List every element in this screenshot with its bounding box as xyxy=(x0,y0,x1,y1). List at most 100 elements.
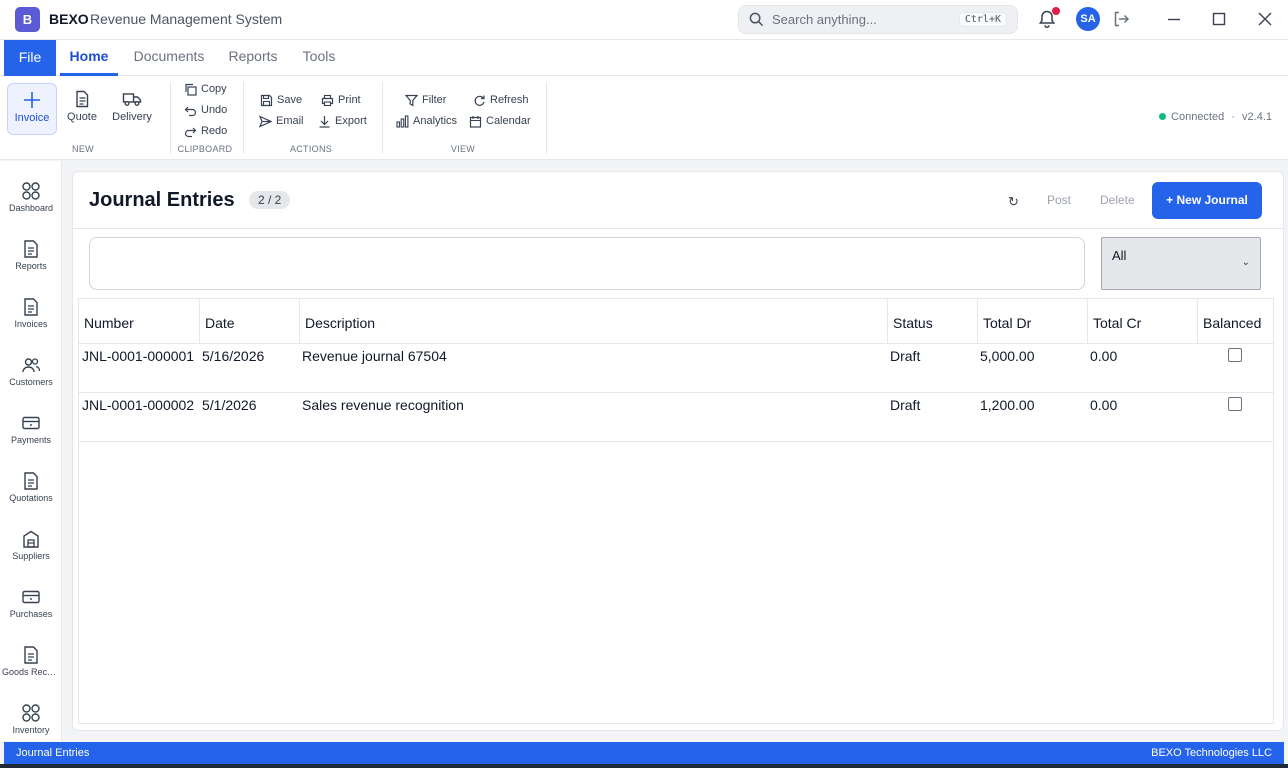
credit-card-icon xyxy=(22,590,40,604)
group-label-clipboard: CLIPBOARD xyxy=(177,144,233,154)
status-bar-right: BEXO Technologies LLC xyxy=(1151,747,1272,759)
sidebar-item-customers[interactable]: Customers xyxy=(0,349,62,399)
page-title: Journal Entries xyxy=(89,189,235,211)
sidebar-item-purchases[interactable]: Purchases xyxy=(0,581,62,631)
users-icon xyxy=(22,358,41,373)
panel-header: Journal Entries 2 / 2 ↻ Post Delete + Ne… xyxy=(73,172,1283,229)
sidebar-item-reports[interactable]: Reports xyxy=(0,233,62,283)
maximize-button[interactable] xyxy=(1209,9,1229,29)
status-bar-left: Journal Entries xyxy=(16,747,90,759)
column-header-date[interactable]: Date xyxy=(200,299,300,344)
plus-icon xyxy=(24,92,40,108)
record-count-badge: 2 / 2 xyxy=(249,191,291,209)
cell-description: Revenue journal 67504 xyxy=(302,348,447,364)
app-logo: B xyxy=(15,7,40,32)
ribbon-separator xyxy=(170,82,171,154)
notification-dot xyxy=(1052,7,1060,15)
sidebar-item-goods-receipts[interactable]: Goods Receipts xyxy=(0,639,62,689)
truck-icon xyxy=(122,93,142,106)
ribbon-tabs: File Home Documents Reports Tools xyxy=(0,40,1288,76)
app-name: BEXO xyxy=(49,11,89,27)
balanced-checkbox[interactable] xyxy=(1228,348,1242,362)
logout-button[interactable] xyxy=(1112,10,1130,33)
search-icon xyxy=(749,12,764,27)
undo-icon xyxy=(184,106,197,117)
tab-reports[interactable]: Reports xyxy=(222,40,284,76)
column-header-total-dr[interactable]: Total Dr xyxy=(978,299,1088,344)
ribbon: Invoice Quote Delivery NEW Copy Undo Red… xyxy=(0,76,1288,160)
bar-chart-icon xyxy=(396,115,409,128)
user-avatar[interactable]: SA xyxy=(1076,7,1100,31)
refresh-icon xyxy=(474,95,485,106)
journal-entries-panel: Journal Entries 2 / 2 ↻ Post Delete + Ne… xyxy=(72,171,1284,731)
group-label-actions: ACTIONS xyxy=(289,144,333,154)
sidebar-item-dashboard[interactable]: Dashboard xyxy=(0,175,62,225)
tab-tools[interactable]: Tools xyxy=(296,40,342,76)
sidebar-item-label: Invoices xyxy=(14,319,48,329)
credit-card-icon xyxy=(22,416,40,430)
new-delivery-button[interactable]: Delivery xyxy=(107,83,157,135)
notifications-button[interactable] xyxy=(1037,7,1060,29)
connection-status: Connected · v2.4.1 xyxy=(1159,111,1272,123)
ribbon-separator xyxy=(243,82,244,154)
title-bar: B BEXO Revenue Management System Search … xyxy=(0,0,1288,40)
invoice-icon xyxy=(24,298,38,316)
sidebar-item-label: Inventory xyxy=(12,725,50,735)
tab-file[interactable]: File xyxy=(4,40,56,76)
redo-icon xyxy=(184,127,197,138)
table-row[interactable]: JNL-0001-000002 5/1/2026 Sales revenue r… xyxy=(79,393,1273,442)
close-button[interactable] xyxy=(1255,9,1275,29)
status-bar: Journal Entries BEXO Technologies LLC xyxy=(4,742,1284,764)
save-label: Save xyxy=(277,94,303,106)
reload-button[interactable]: ↻ xyxy=(1008,194,1019,210)
sidebar-item-quotations[interactable]: Quotations xyxy=(0,465,62,515)
column-header-total-cr[interactable]: Total Cr xyxy=(1088,299,1198,344)
printer-icon xyxy=(321,94,334,107)
sidebar-item-label: Goods Receipts xyxy=(2,667,60,677)
cell-description: Sales revenue recognition xyxy=(302,397,464,413)
new-journal-button[interactable]: + New Journal xyxy=(1152,182,1262,219)
new-invoice-button[interactable]: Invoice xyxy=(7,83,57,135)
tab-home[interactable]: Home xyxy=(60,40,118,76)
save-icon xyxy=(260,94,273,107)
column-header-status[interactable]: Status xyxy=(888,299,978,344)
column-header-description[interactable]: Description xyxy=(300,299,888,344)
sidebar: Dashboard Reports Invoices Customers Pay… xyxy=(0,161,62,741)
connected-dot xyxy=(1159,113,1167,120)
ribbon-separator xyxy=(546,82,547,154)
new-quote-button[interactable]: Quote xyxy=(57,83,107,135)
cell-status: Draft xyxy=(890,348,921,364)
delete-button[interactable]: Delete xyxy=(1100,193,1135,207)
post-button[interactable]: Post xyxy=(1047,193,1071,207)
new-quote-label: Quote xyxy=(67,111,97,123)
refresh-label: Refresh xyxy=(490,94,529,106)
search-shortcut: Ctrl+K xyxy=(958,12,1007,27)
sidebar-item-invoices[interactable]: Invoices xyxy=(0,291,62,341)
global-search[interactable]: Search anything... Ctrl+K xyxy=(738,5,1018,34)
balanced-checkbox[interactable] xyxy=(1228,397,1242,411)
status-filter-select[interactable]: All ⌄ xyxy=(1101,237,1261,290)
close-icon xyxy=(1258,12,1272,26)
cell-number: JNL-0001-000002 xyxy=(82,397,195,413)
sidebar-item-label: Reports xyxy=(15,261,47,271)
app-subtitle: Revenue Management System xyxy=(90,11,283,27)
sidebar-item-label: Customers xyxy=(9,377,53,387)
new-delivery-label: Delivery xyxy=(112,111,152,123)
table-row[interactable]: JNL-0001-000001 5/16/2026 Revenue journa… xyxy=(79,344,1273,393)
calendar-icon xyxy=(469,116,482,128)
sidebar-item-payments[interactable]: Payments xyxy=(0,407,62,457)
search-input[interactable] xyxy=(89,237,1085,290)
minimize-button[interactable] xyxy=(1164,9,1184,29)
sidebar-item-inventory[interactable]: Inventory xyxy=(0,697,62,747)
column-header-balanced[interactable]: Balanced xyxy=(1198,299,1273,344)
new-invoice-label: Invoice xyxy=(14,112,50,124)
sidebar-item-suppliers[interactable]: Suppliers xyxy=(0,523,62,573)
column-header-number[interactable]: Number xyxy=(79,299,200,344)
tab-documents[interactable]: Documents xyxy=(128,40,210,76)
sidebar-item-label: Payments xyxy=(10,435,52,445)
email-label: Email xyxy=(276,115,304,127)
report-icon xyxy=(24,240,38,258)
cell-date: 5/1/2026 xyxy=(202,397,257,413)
status-filter-value: All xyxy=(1112,248,1127,263)
sidebar-item-label: Quotations xyxy=(9,493,53,503)
